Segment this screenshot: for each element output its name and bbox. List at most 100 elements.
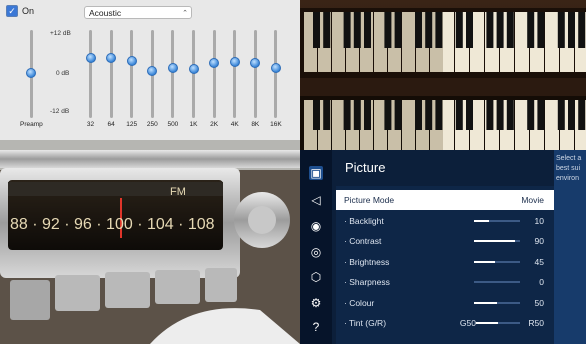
band-label: 64 [107, 121, 115, 128]
black-key [578, 100, 586, 130]
band-track[interactable] [89, 30, 92, 118]
setting-slider[interactable] [474, 240, 520, 242]
tint-slider[interactable] [476, 322, 520, 324]
black-key [506, 100, 514, 130]
white-key [332, 12, 345, 72]
band-knob[interactable] [126, 56, 137, 66]
band-track[interactable] [253, 30, 257, 118]
setting-label: · Colour [344, 297, 375, 308]
sound-icon[interactable]: ◁ [309, 193, 323, 207]
band-label: 2K [210, 121, 219, 128]
preset-value: Acoustic [89, 8, 122, 18]
black-key [455, 12, 463, 48]
slider-fill [474, 260, 495, 263]
black-key [537, 12, 545, 48]
white-key [402, 100, 415, 150]
network-icon[interactable]: ◎ [309, 245, 323, 259]
band-knob[interactable] [250, 58, 261, 68]
black-key [486, 12, 494, 48]
preset-dropdown[interactable]: Acoustic ⌃ [84, 6, 192, 19]
slider-fill [474, 219, 489, 222]
band-track[interactable] [109, 30, 113, 118]
black-key [537, 100, 545, 130]
radio-dial-text: 88 · 92 · 96 · 100 · 104 · 108 [10, 216, 215, 233]
slider-fill [474, 240, 516, 242]
band-label: 4K [230, 121, 239, 128]
band-knob[interactable] [167, 63, 178, 73]
band-knob[interactable] [270, 63, 281, 73]
picture-icon[interactable]: ▣ [309, 166, 323, 180]
preamp-knob[interactable] [26, 68, 36, 78]
setting-row[interactable]: · Colour 50 [336, 293, 554, 313]
band-track[interactable] [274, 30, 278, 118]
setting-label: · Contrast [344, 236, 382, 246]
system-icon[interactable]: ⬡ [309, 270, 323, 284]
black-key [353, 100, 361, 130]
black-key [384, 100, 392, 130]
chevron-updown-icon: ⌃ [182, 10, 188, 17]
band-knob[interactable] [106, 53, 117, 63]
car-radio-photo: 88 · 92 · 96 · 100 · 104 · 108 FM [0, 140, 300, 344]
setting-row[interactable]: · Sharpness 0 [336, 272, 554, 292]
band-knob[interactable] [229, 57, 240, 67]
black-key [313, 12, 320, 48]
setting-row[interactable]: · Backlight 10 [336, 211, 554, 231]
black-key [313, 100, 320, 130]
black-key [557, 12, 565, 48]
settings-icon[interactable]: ⚙ [309, 296, 323, 310]
black-key [466, 100, 473, 130]
black-key [364, 100, 371, 130]
setting-row[interactable]: · Contrast 90 [336, 231, 554, 251]
black-key [496, 100, 504, 130]
band-label: 1K [189, 121, 198, 128]
setting-row[interactable]: · Tint (G/R) G50 R50 [336, 313, 554, 333]
black-key [435, 100, 443, 130]
setting-row[interactable]: Picture Mode Movie [336, 190, 554, 210]
setting-label: · Backlight [344, 215, 384, 226]
band-track[interactable] [212, 30, 216, 118]
band-knob[interactable] [188, 64, 199, 74]
setting-value: 0 [539, 277, 544, 287]
db-mid-label: 0 dB [56, 70, 70, 77]
eq-toggle[interactable]: ✓ On [6, 5, 34, 17]
broadcast-icon[interactable]: ◉ [309, 219, 323, 233]
black-key [394, 12, 402, 48]
setting-value: R50 [528, 318, 544, 328]
black-key [323, 100, 331, 130]
band-label: 500 [167, 121, 179, 128]
black-key [343, 100, 351, 130]
band-knob[interactable] [85, 53, 96, 63]
setting-value: 90 [534, 236, 544, 246]
black-key [486, 100, 494, 130]
help-icon[interactable]: ? [309, 320, 323, 334]
black-key [384, 12, 392, 48]
tint-left-value: G50 [459, 318, 476, 328]
black-key [455, 100, 463, 130]
checkbox-icon[interactable]: ✓ [6, 5, 18, 17]
black-key [323, 12, 331, 48]
setting-value: Movie [521, 195, 544, 205]
black-key [527, 100, 535, 130]
db-top-label: +12 dB [50, 30, 71, 37]
band-label: 32 [86, 121, 95, 128]
band-track[interactable] [192, 30, 195, 118]
black-key [557, 100, 565, 130]
setting-slider[interactable] [474, 281, 520, 283]
band-knob[interactable] [147, 66, 158, 76]
black-key [568, 12, 575, 48]
band-knob[interactable] [209, 58, 220, 68]
black-key [343, 12, 351, 48]
black-key [394, 100, 402, 130]
setting-slider[interactable] [474, 301, 520, 304]
setting-row[interactable]: · Brightness 45 [336, 252, 554, 272]
setting-slider[interactable] [474, 219, 520, 222]
band-label: 8K [251, 121, 260, 128]
black-key [506, 12, 514, 48]
setting-value: 10 [534, 215, 544, 226]
band-track[interactable] [171, 30, 175, 118]
black-key [578, 12, 586, 48]
organ-image [300, 0, 586, 150]
band-track[interactable] [233, 30, 237, 118]
band-track[interactable] [130, 30, 134, 118]
setting-slider[interactable] [474, 260, 520, 263]
